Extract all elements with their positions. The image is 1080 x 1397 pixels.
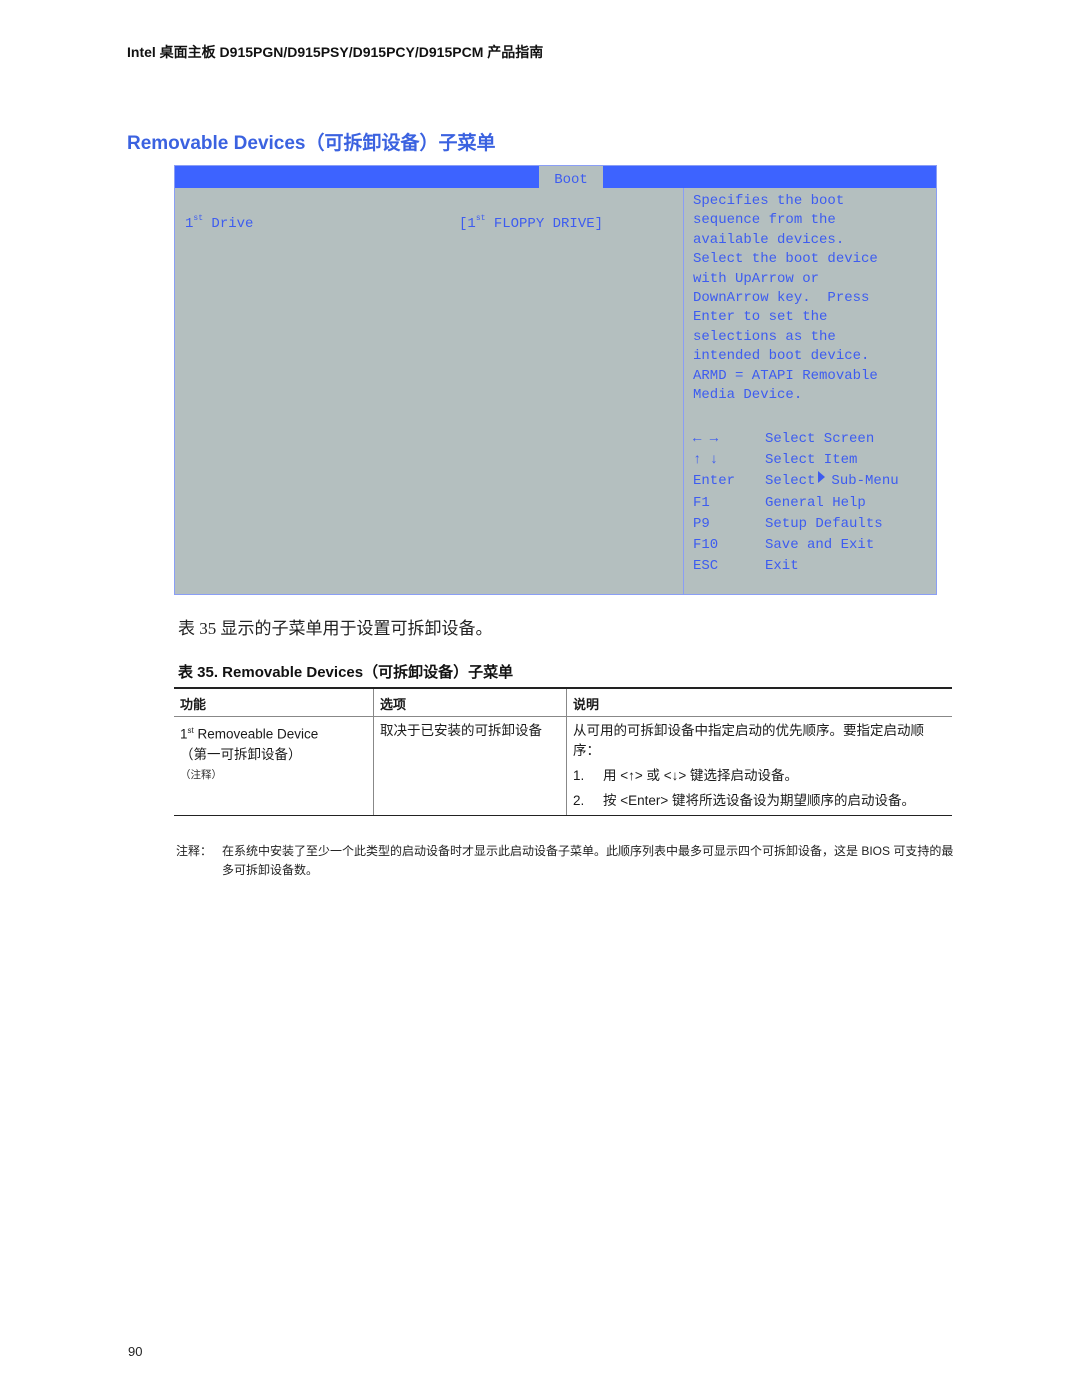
key-arrows-lr: ← → [693,431,719,447]
key-row: ↑ ↓ Select Item [693,450,899,471]
key-p9: P9 [693,515,710,532]
help-pane-divider [683,188,684,594]
triangle-right-icon [818,471,826,484]
header-description: 说明 [566,687,952,717]
cell-feature: 1st Removeable Device （第一可拆卸设备） （注释） [174,716,374,816]
tab-boot[interactable]: Boot [539,166,603,188]
cell-description: 从可用的可拆卸设备中指定启动的优先顺序。要指定启动顺序： 1. 用 <↑> 或 <… [566,716,952,816]
footnote: 注释： 在系统中安装了至少一个此类型的启动设备时才显示此启动设备子菜单。此顺序列… [176,842,956,880]
footnote-text: 在系统中安装了至少一个此类型的启动设备时才显示此启动设备子菜单。此顺序列表中最多… [222,844,954,877]
intro-paragraph: 表 35 显示的子菜单用于设置可拆卸设备。 [178,619,493,638]
bios-key-legend: ← → Select Screen ↑ ↓ Select Item Enter Sel… [693,429,899,577]
table-caption: 表 35. Removable Devices（可拆卸设备）子菜单 [178,664,514,681]
key-row: F1 General Help [693,493,899,514]
table-header-row: 功能 选项 说明 [174,687,952,717]
key-enter: Enter [693,473,736,490]
key-f1: F1 [693,494,710,511]
key-row: F10 Save and Exit [693,535,899,556]
description-text: 从可用的可拆卸设备中指定启动的优先顺序。要指定启动顺序： [573,723,924,758]
bios-screen: Boot 1st Drive [1st FLOPPY DRIVE] Specif… [174,165,937,595]
key-esc: ESC [693,558,719,575]
list-item: 1. 用 <↑> 或 <↓> 键选择启动设备。 [573,768,799,783]
feature-name: 1st Removeable Device [180,726,319,742]
section-title: Removable Devices（可拆卸设备）子菜单 [127,133,496,154]
key-row: P9 Setup Defaults [693,514,899,535]
key-row: ← → Select Screen [693,429,899,450]
page-number: 90 [128,1344,143,1359]
key-f10: F10 [693,536,719,553]
bios-help-text: Specifies the boot sequence from the ava… [693,193,878,404]
key-arrows-ud: ↑ ↓ [693,452,719,469]
note-reference: （注释） [180,768,222,781]
list-item: 2. 按 <Enter> 键将所选设备设为期望顺序的启动设备。 [573,793,916,808]
table-row: 1st Removeable Device （第一可拆卸设备） （注释） 取决于… [174,716,952,816]
feature-name-zh: （第一可拆卸设备） [180,746,302,763]
key-row: ESC Exit [693,556,899,577]
footnote-label: 注释： [176,844,213,858]
key-row: Enter Select Sub-Menu [693,471,899,492]
removable-devices-table: 功能 选项 说明 1st Removeable Device （第一可拆卸设备）… [174,687,952,816]
document-header: Intel 桌面主板 D915PGN/D915PSY/D915PCY/D915P… [127,44,544,60]
bios-item-first-drive[interactable]: 1st Drive [185,214,253,232]
bios-item-value[interactable]: [1st FLOPPY DRIVE] [459,214,603,232]
header-option: 选项 [373,687,567,717]
header-feature: 功能 [174,687,374,717]
cell-option: 取决于已安装的可拆卸设备 [373,716,567,816]
